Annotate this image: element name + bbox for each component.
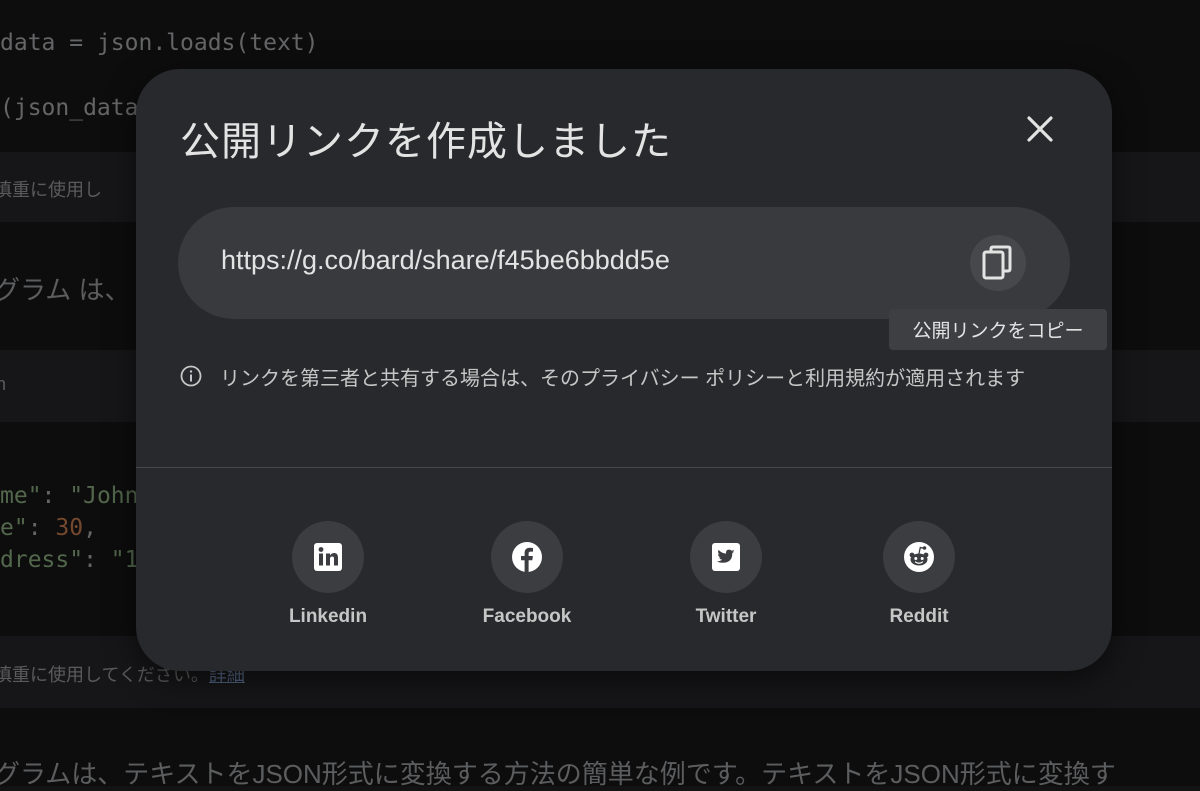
info-icon bbox=[180, 365, 202, 387]
privacy-info-text: リンクを第三者と共有する場合は、そのプライバシー ポリシーと利用規約が適用されま… bbox=[220, 368, 1026, 390]
twitter-icon bbox=[712, 543, 740, 571]
close-button[interactable] bbox=[1016, 105, 1064, 153]
copy-icon bbox=[982, 245, 1012, 280]
share-link-field[interactable]: https://g.co/bard/share/f45be6bbdd5e bbox=[178, 207, 1070, 319]
share-facebook-button[interactable]: Facebook bbox=[457, 521, 597, 628]
copy-link-button[interactable] bbox=[970, 235, 1026, 291]
share-link-url[interactable]: https://g.co/bard/share/f45be6bbdd5e bbox=[221, 245, 670, 276]
share-dialog: 公開リンクを作成しました https://g.co/bard/share/f45… bbox=[136, 69, 1112, 671]
close-icon bbox=[1027, 116, 1053, 142]
share-linkedin-label: Linkedin bbox=[288, 606, 368, 627]
share-reddit-button[interactable]: Reddit bbox=[849, 521, 989, 628]
share-twitter-label: Twitter bbox=[695, 606, 757, 627]
dialog-title: 公開リンクを作成しました bbox=[180, 120, 672, 164]
copy-link-tooltip: 公開リンクをコピー bbox=[889, 309, 1107, 350]
divider bbox=[136, 467, 1112, 468]
share-facebook-label: Facebook bbox=[482, 606, 572, 627]
linkedin-icon bbox=[314, 543, 342, 571]
facebook-icon bbox=[512, 542, 542, 572]
share-twitter-button[interactable]: Twitter bbox=[656, 521, 796, 628]
share-reddit-label: Reddit bbox=[889, 606, 949, 627]
share-linkedin-button[interactable]: Linkedin bbox=[258, 521, 398, 628]
reddit-icon bbox=[904, 542, 934, 572]
